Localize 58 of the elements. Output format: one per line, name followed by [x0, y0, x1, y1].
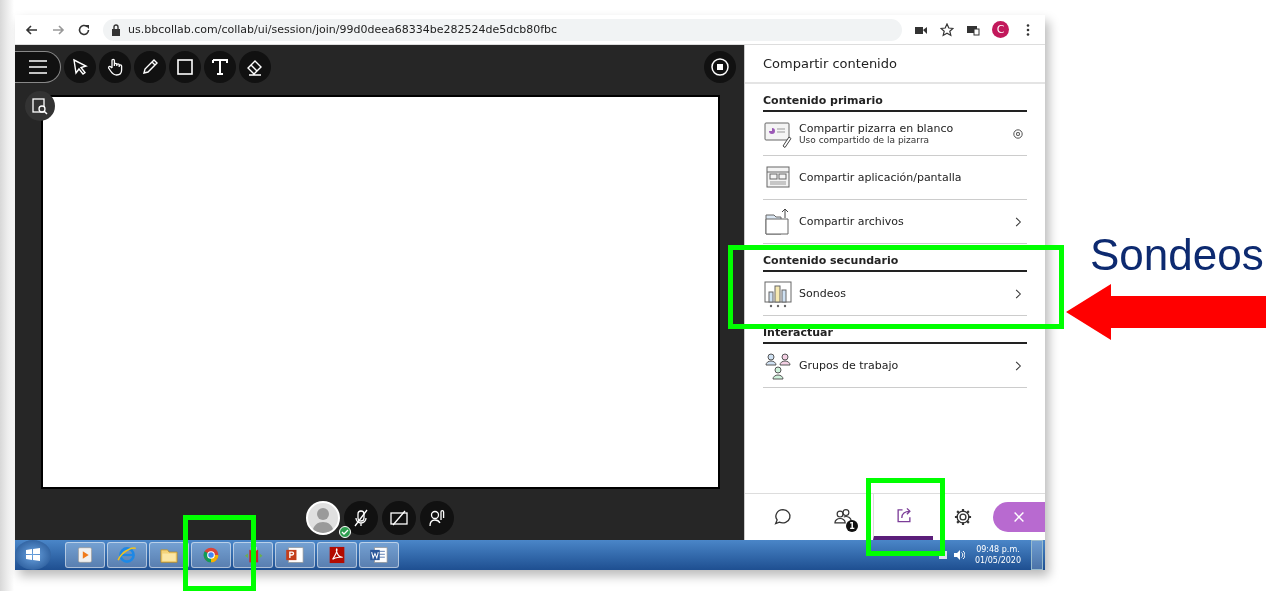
pointer-icon[interactable] — [64, 51, 96, 83]
muted-microphone-icon[interactable] — [343, 501, 378, 535]
share-option[interactable]: Compartir aplicación/pantalla — [763, 155, 1027, 199]
share-option[interactable]: Grupos de trabajo — [763, 344, 1027, 387]
reload-icon[interactable] — [77, 22, 91, 37]
share-option[interactable]: Compartir pizarra en blanco Uso compartido de la pizarra — [763, 112, 1027, 155]
pencil-icon[interactable] — [134, 51, 166, 83]
panel-title: Compartir contenido — [745, 45, 1045, 84]
taskbar-app-button[interactable] — [149, 542, 189, 568]
hand-icon[interactable] — [99, 51, 131, 83]
section-heading: Contenido secundario — [763, 244, 1027, 272]
taskbar-clock[interactable]: 09:48 p.m. 01/05/2020 — [968, 544, 1027, 566]
taskbar-app-button[interactable] — [317, 542, 357, 568]
text-tool-icon[interactable] — [204, 51, 236, 83]
taskbar-app-button[interactable] — [275, 542, 315, 568]
slides-document-icon — [284, 544, 306, 566]
url-text: us.bbcollab.com/collab/ui/session/join/99d0deea68334be282524de5dcb80fbc — [128, 23, 558, 36]
option-label: Sondeos — [799, 287, 847, 300]
raise-hand-icon[interactable] — [419, 501, 454, 535]
avatar-placeholder[interactable] — [305, 501, 340, 535]
speaker-icon[interactable] — [952, 549, 965, 561]
share-option[interactable]: Sondeos — [763, 272, 1027, 315]
menu-button[interactable] — [15, 51, 61, 83]
back-icon[interactable] — [25, 22, 39, 37]
address-bar[interactable]: us.bbcollab.com/collab/ui/session/join/99d0deea68334be282524de5dcb80fbc — [103, 18, 902, 41]
start-button[interactable] — [15, 540, 51, 570]
taskbar-app-button[interactable] — [359, 542, 399, 568]
option-label: Grupos de trabajo — [799, 359, 900, 372]
settings-icon — [952, 506, 974, 528]
callout-label: Sondeos — [1090, 230, 1264, 280]
share-content-tab[interactable] — [873, 494, 933, 540]
people-group-icon — [763, 350, 793, 381]
menu-icon — [27, 57, 48, 77]
clock-time: 09:48 p.m. — [976, 544, 1020, 555]
option-label: Compartir archivos — [799, 215, 905, 228]
clock-date: 01/05/2020 — [974, 555, 1021, 566]
taskbar-app-button[interactable] — [65, 542, 105, 568]
star-icon[interactable] — [940, 22, 954, 37]
text-document-icon — [368, 544, 390, 566]
lock-icon — [111, 23, 121, 36]
option-label: Compartir aplicación/pantalla — [799, 171, 963, 184]
browser-e-icon — [116, 544, 138, 566]
profile-avatar[interactable]: C — [992, 21, 1009, 38]
forward-icon[interactable] — [51, 22, 65, 37]
camera-off-icon[interactable] — [381, 501, 416, 535]
zoom-page-icon[interactable] — [25, 91, 55, 121]
section-heading: Interactuar — [763, 316, 1027, 344]
check-badge-icon — [339, 526, 351, 538]
option-sublabel: Uso compartido de la pizarra — [799, 135, 931, 145]
stop-icon — [710, 57, 730, 77]
taskbar-app-button[interactable] — [233, 542, 273, 568]
bar-chart-icon — [763, 278, 793, 309]
eraser-icon[interactable] — [239, 51, 271, 83]
count-badge: 1 — [846, 520, 858, 532]
option-label: Compartir pizarra en blanco — [799, 122, 955, 135]
section-heading: Contenido primario — [763, 84, 1027, 112]
share-option[interactable]: Compartir archivos — [763, 199, 1027, 243]
stop-button[interactable] — [704, 51, 736, 83]
